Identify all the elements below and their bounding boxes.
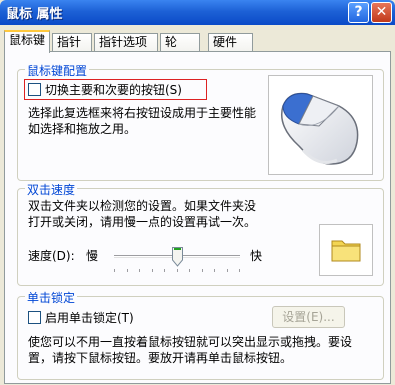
folder-icon[interactable] [320,225,372,275]
double-click-title: 双击速度 [25,181,78,198]
slider-tick [114,269,115,272]
tab-pointer-options[interactable]: 指针选项 [94,33,158,52]
mouse-preview [268,75,373,175]
slider-tick [214,269,215,272]
slow-label: 慢 [86,249,99,263]
click-lock-description-line2: 置，请按下鼠标按钮。要放开请再单击鼠标按钮。 [28,351,293,365]
close-icon[interactable]: ✕ [371,2,392,23]
test-folder-area[interactable] [319,224,373,276]
slider-tick [164,269,165,272]
tab-panel: 鼠标键配置 切换主要和次要的按钮(S) 选择此复选框来将右按钮设成用于主要性能 … [4,51,391,384]
switch-description-line2: 如选择和拖放之用。 [28,122,137,136]
slider-tick [177,269,178,272]
slider-thumb[interactable] [172,247,183,267]
fast-label: 快 [250,249,263,263]
slider-tick [189,269,190,272]
double-click-description-line2: 打开或关闭，请用慢一点的设置再试一次。 [28,215,257,229]
click-lock-checkbox[interactable] [28,311,41,324]
double-click-group: 双击速度 双击文件夹以检测您的设置。如果文件夹没 打开或关闭，请用慢一点的设置再… [17,181,384,286]
tab-wheel[interactable]: 轮 [160,33,200,52]
slider-tick [152,269,153,272]
slider-tick [139,269,140,272]
tab-buttons[interactable]: 鼠标键 [4,30,50,53]
button-config-title: 鼠标键配置 [25,62,90,79]
slider-tick [127,269,128,272]
click-lock-title: 单击锁定 [25,289,78,306]
switch-buttons-label[interactable]: 切换主要和次要的按钮(S) [45,82,182,98]
speed-label: 速度(D): [28,249,75,263]
double-click-description-line1: 双击文件夹以检测您的设置。如果文件夹没 [28,199,257,213]
window-title: 鼠标 属性 [6,7,63,22]
switch-description-line1: 选择此复选框来将右按钮设成用于主要性能 [28,106,257,120]
switch-buttons-checkbox[interactable] [28,83,41,96]
button-config-group: 鼠标键配置 切换主要和次要的按钮(S) 选择此复选框来将右按钮设成用于主要性能 … [17,62,384,181]
help-icon[interactable]: ? [348,2,369,23]
click-lock-description-line1: 使您可以不用一直按着鼠标按钮就可以突出显示或拖拽。要设 [28,335,353,349]
tab-pointers[interactable]: 指针 [52,33,92,52]
mouse-illustration-icon [281,92,359,165]
slider-tick [202,269,203,272]
click-lock-group: 单击锁定 启用单击锁定(T) 设置(E)... 使您可以不用一直按着鼠标按钮就可… [17,289,384,380]
title-bar: 鼠标 属性 ? ✕ [0,0,395,25]
tab-hardware[interactable]: 硬件 [208,33,253,52]
click-lock-settings-button[interactable]: 设置(E)... [272,306,345,328]
slider-tick [227,269,228,272]
click-lock-label[interactable]: 启用单击锁定(T) [45,310,134,326]
speed-slider[interactable] [114,245,240,275]
slider-tick [239,269,240,272]
